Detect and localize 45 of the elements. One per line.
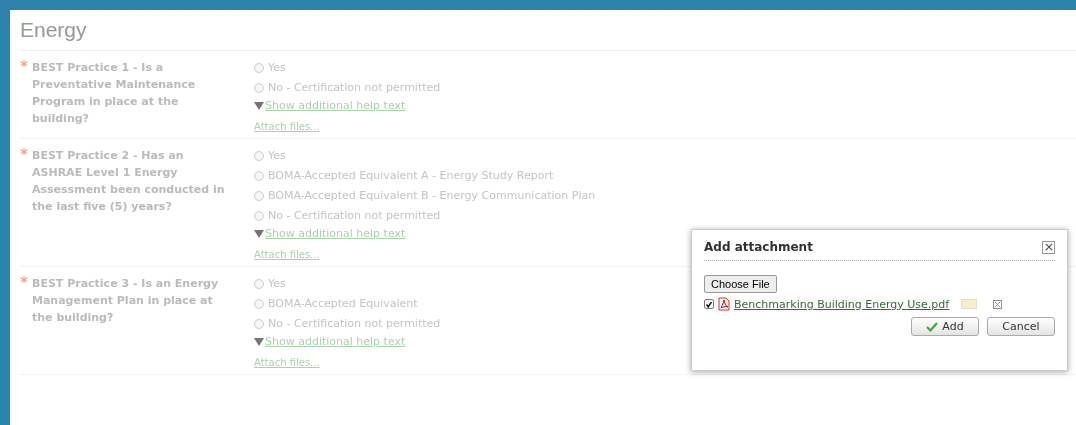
pdf-icon [718,297,730,311]
radio-button[interactable] [254,150,264,161]
option-label: Yes [268,149,286,162]
radio-button[interactable] [254,190,264,201]
radio-button[interactable] [254,170,264,181]
dialog-button[interactable]: Cancel [987,317,1055,336]
radio-button[interactable] [254,318,264,329]
attach-files-link[interactable]: Attach files... [254,357,441,368]
triangle-icon [254,229,264,238]
option-label: No - Certification not permitted [268,317,441,330]
triangle-icon [254,101,264,110]
required-asterisk: * [20,275,28,294]
option-label: BOMA-Accepted Equivalent B - Energy Communication Plan [268,189,596,202]
option-label: No - Certification not permitted [268,81,441,94]
option-label: Yes [268,61,286,74]
radio-button[interactable] [254,278,264,289]
choose-file-button[interactable]: Choose File [704,275,777,293]
option-label: BOMA-Accepted Equivalent [268,297,418,310]
radio-button[interactable] [254,82,264,93]
question-label: BEST Practice 3 - Is an Energy Management Plan in place at the building? [32,276,220,326]
close-button[interactable] [1042,240,1055,254]
note-icon[interactable] [961,299,978,309]
file-link[interactable]: Benchmarking Building Energy Use.pdf [734,297,950,311]
radio-button[interactable] [254,210,264,221]
attach-files-link[interactable]: Attach files... [254,121,441,132]
required-asterisk: * [20,59,28,78]
option-label: Yes [268,277,286,290]
dialog-title: Add attachment [704,240,813,254]
triangle-icon [254,337,264,346]
section-title: Energy [20,10,1076,51]
checkbox[interactable] [704,299,714,309]
remove-icon[interactable] [993,299,1003,309]
question-label: BEST Practice 2 - Has an ASHRAE Level 1 Energy Assessment been conducted in the last five (5) years? [32,148,226,215]
dialog-button[interactable]: Add [911,317,979,336]
radio-button[interactable] [254,62,264,73]
radio-button[interactable] [254,298,264,309]
option-label: No - Certification not permitted [268,209,441,222]
question-label: BEST Practice 1 - Is a Preventative Maintenance Program in place at the building? [32,60,197,127]
attach-files-link[interactable]: Attach files... [254,249,596,260]
required-asterisk: * [20,147,28,166]
help-text-link[interactable]: Show additional help text [265,335,406,348]
option-label: BOMA-Accepted Equivalent A - Energy Study Report [268,169,554,182]
help-text-link[interactable]: Show additional help text [265,99,406,112]
check-icon [926,321,939,332]
help-text-link[interactable]: Show additional help text [265,227,406,240]
